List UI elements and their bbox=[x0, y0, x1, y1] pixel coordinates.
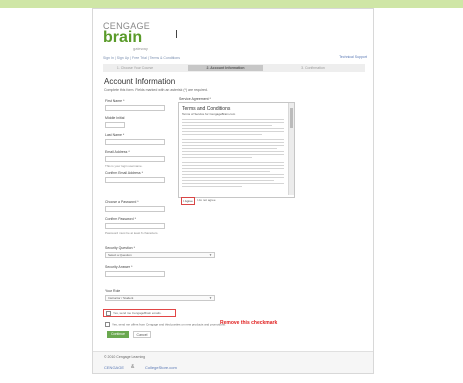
disagree-option[interactable]: I do not agree bbox=[197, 198, 216, 202]
agreement-text-line bbox=[182, 134, 262, 135]
partner-optin-row[interactable]: Yes, send me offers from Cengage and thi… bbox=[105, 322, 226, 327]
step-confirmation: 3. Confirmation bbox=[301, 66, 325, 70]
agreement-text-line bbox=[182, 131, 284, 132]
confirm-email-field[interactable] bbox=[105, 177, 165, 183]
middle-initial-label: Middle Initial bbox=[105, 116, 125, 120]
role-value: Instructor / Student bbox=[108, 296, 134, 300]
annotation-callout: Remove this checkmark bbox=[220, 320, 278, 326]
agreement-text-line bbox=[182, 157, 252, 158]
cancel-button[interactable]: Cancel bbox=[133, 331, 151, 338]
agreement-scrollbar-thumb[interactable] bbox=[290, 108, 293, 128]
step-account-information: 2. Account Information bbox=[188, 65, 263, 71]
agreement-text-line bbox=[182, 162, 284, 163]
agreement-text-line bbox=[182, 151, 284, 152]
email-field[interactable] bbox=[105, 156, 165, 162]
agreement-text-line bbox=[182, 171, 270, 172]
text-cursor-icon bbox=[176, 30, 177, 38]
agreement-label: Service Agreement * bbox=[179, 97, 211, 101]
agreement-text-line bbox=[182, 125, 272, 126]
agreement-text-line bbox=[182, 183, 284, 184]
agreement-text-line bbox=[182, 139, 284, 140]
agree-button[interactable]: I Agree bbox=[181, 197, 195, 205]
partner-optin-label: Yes, send me offers from Cengage and thi… bbox=[112, 322, 226, 327]
agreement-text-line bbox=[182, 148, 277, 149]
signup-page: CENGAGE brain gateway Sign In | Sign Up … bbox=[92, 8, 374, 374]
brand-logo-sub: gateway bbox=[133, 46, 148, 51]
agreement-text-line bbox=[182, 128, 284, 129]
first-name-label: First Name * bbox=[105, 99, 125, 103]
password-hint: Password must be at least 6 characters. bbox=[105, 231, 159, 235]
agreement-text-line bbox=[182, 145, 284, 146]
breadcrumb[interactable]: Sign In | Sign Up | Free Trial | Terms &… bbox=[103, 56, 180, 60]
security-answer-field[interactable] bbox=[105, 271, 165, 277]
agreement-text-line bbox=[182, 168, 284, 169]
agreement-text-line bbox=[182, 174, 284, 175]
security-question-select[interactable]: Select a Question ▼ bbox=[105, 252, 215, 258]
step-choose-course: 1. Choose Your Course bbox=[116, 66, 154, 70]
last-name-field[interactable] bbox=[105, 139, 165, 145]
agreement-subtitle: Terms of Service for CengageBrain.com bbox=[182, 112, 236, 116]
agreement-text-line bbox=[182, 186, 242, 187]
footer-logo-partner[interactable]: CollegeStore.com bbox=[145, 365, 177, 370]
email-optin-checkbox[interactable] bbox=[106, 310, 111, 316]
last-name-label: Last Name * bbox=[105, 133, 125, 137]
help-link[interactable]: Technical Support bbox=[339, 55, 367, 59]
page-subtitle: Complete this form. Fields marked with a… bbox=[104, 88, 208, 92]
security-answer-label: Security Answer * bbox=[105, 265, 133, 269]
top-accent-bar bbox=[0, 0, 463, 8]
email-hint: This is your login username. bbox=[105, 164, 143, 168]
agreement-text-line bbox=[182, 180, 274, 181]
security-question-label: Security Question * bbox=[105, 246, 135, 250]
confirm-email-label: Confirm Email Address * bbox=[105, 171, 143, 175]
email-optin-label: Yes, send me CengageBrain emails. bbox=[113, 311, 162, 315]
chevron-down-icon: ▼ bbox=[209, 296, 212, 300]
continue-button[interactable]: Continue bbox=[107, 331, 129, 338]
email-label: Email Address * bbox=[105, 150, 130, 154]
agreement-text-line bbox=[182, 119, 284, 120]
middle-initial-field[interactable] bbox=[105, 122, 125, 128]
footer-logo-cengage[interactable]: CENGAGE bbox=[104, 365, 124, 370]
agreement-text-line bbox=[182, 177, 284, 178]
partner-optin-checkbox[interactable] bbox=[105, 322, 110, 327]
agreement-text-line bbox=[182, 122, 284, 123]
confirm-password-field[interactable] bbox=[105, 223, 165, 229]
agreement-text-line bbox=[182, 165, 284, 166]
password-field[interactable] bbox=[105, 206, 165, 212]
confirm-password-label: Confirm Password * bbox=[105, 217, 136, 221]
security-question-value: Select a Question bbox=[108, 253, 132, 257]
brand-logo[interactable]: brain bbox=[103, 29, 142, 47]
role-select[interactable]: Instructor / Student ▼ bbox=[105, 295, 215, 301]
password-label: Choose a Password * bbox=[105, 200, 139, 204]
first-name-field[interactable] bbox=[105, 105, 165, 111]
role-label: Your Role bbox=[105, 289, 121, 293]
copyright-text: © 2010 Cengage Learning bbox=[104, 355, 146, 359]
footer-logo-ampersand: & bbox=[131, 364, 135, 370]
agreement-text-line bbox=[182, 154, 284, 155]
chevron-down-icon: ▼ bbox=[209, 253, 212, 257]
page-title: Account Information bbox=[104, 77, 176, 86]
agreement-scrollbox[interactable]: Terms and Conditions Terms of Service fo… bbox=[178, 102, 295, 198]
agreement-text-line bbox=[182, 142, 284, 143]
email-optin-checkbox-row[interactable]: Yes, send me CengageBrain emails. bbox=[103, 309, 176, 317]
